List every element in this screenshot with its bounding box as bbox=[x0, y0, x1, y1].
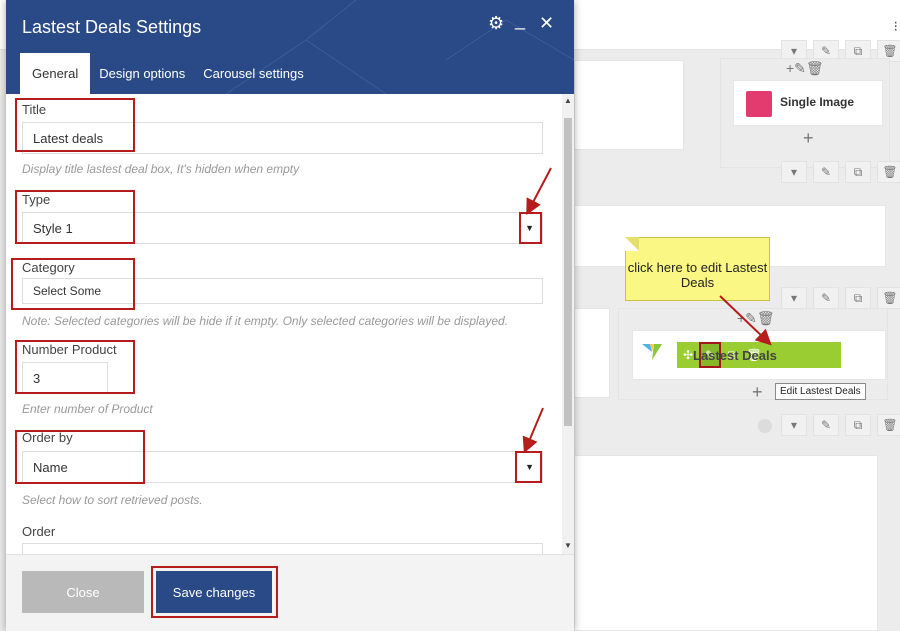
tab-general[interactable]: General bbox=[20, 53, 91, 94]
visual-composer-logo-icon bbox=[642, 344, 662, 360]
tab-carousel-settings[interactable]: Carousel settings bbox=[194, 53, 312, 94]
dialog-body: Title Latest deals Display title lastest… bbox=[6, 94, 562, 554]
settings-dialog: Lastest Deals Settings ⚙ _ ✕ General Des… bbox=[6, 0, 574, 631]
chevron-down-icon[interactable]: ▾ bbox=[781, 287, 807, 309]
trash-icon[interactable]: 🗑 bbox=[877, 161, 900, 183]
highlight-number-product bbox=[15, 340, 135, 394]
minimize-icon[interactable]: _ bbox=[515, 10, 525, 31]
single-image-element[interactable]: Single Image bbox=[733, 80, 883, 126]
scrollbar-thumb[interactable] bbox=[564, 118, 572, 426]
dialog-footer: Close Save changes bbox=[6, 554, 574, 631]
copy-icon[interactable]: ⧉ bbox=[845, 287, 871, 309]
dialog-tabs: General Design options Carousel settings bbox=[20, 53, 313, 94]
highlight-type-dropdown bbox=[519, 212, 542, 244]
highlight-save bbox=[151, 566, 278, 618]
single-image-label: Single Image bbox=[780, 95, 855, 109]
dialog-scrollbar[interactable]: ▲ ▼ bbox=[562, 94, 574, 554]
chevron-down-icon[interactable]: ▾ bbox=[781, 161, 807, 183]
highlight-order-by-dropdown bbox=[515, 451, 542, 483]
more-icon[interactable]: ⁝ bbox=[894, 18, 898, 35]
copy-icon[interactable]: ⧉ bbox=[845, 161, 871, 183]
category-help: Note: Selected categories will be hide i… bbox=[22, 314, 509, 328]
column-controls-icon[interactable]: +✎🗑 bbox=[737, 310, 775, 327]
highlight-type bbox=[15, 190, 135, 244]
lastest-deals-label: Lastest Deals bbox=[693, 347, 777, 363]
highlight-order-by bbox=[15, 430, 145, 484]
title-help: Display title lastest deal box, It's hid… bbox=[22, 162, 300, 176]
row-box-bottom bbox=[574, 455, 878, 631]
order-by-help: Select how to sort retrieved posts. bbox=[22, 493, 203, 507]
order-select[interactable] bbox=[22, 543, 543, 554]
close-button[interactable]: Close bbox=[22, 571, 144, 613]
pencil-icon[interactable]: ✎ bbox=[813, 414, 839, 436]
scroll-down-icon[interactable]: ▼ bbox=[564, 541, 572, 550]
order-label: Order bbox=[22, 524, 56, 539]
add-element-icon[interactable]: + bbox=[803, 128, 814, 149]
copy-icon[interactable]: ⧉ bbox=[845, 414, 871, 436]
row-toolbar-4: ▾ ✎ ⧉ 🗑 bbox=[781, 414, 900, 436]
pencil-icon[interactable]: ✎ bbox=[813, 161, 839, 183]
add-element-icon[interactable]: + bbox=[752, 382, 763, 403]
column-left bbox=[574, 308, 610, 398]
callout-text: click here to edit Lastest Deals bbox=[627, 260, 768, 290]
tab-design-options[interactable]: Design options bbox=[90, 53, 194, 94]
chevron-down-icon[interactable]: ▾ bbox=[781, 414, 807, 436]
image-icon bbox=[746, 91, 772, 117]
row-toolbar-2: ▾ ✎ ⧉ 🗑 bbox=[781, 161, 900, 183]
trash-icon[interactable]: 🗑 bbox=[877, 287, 900, 309]
dialog-header: Lastest Deals Settings ⚙ _ ✕ General Des… bbox=[6, 0, 574, 94]
highlight-title bbox=[15, 98, 135, 152]
fold-corner bbox=[625, 237, 639, 251]
circle-icon[interactable] bbox=[758, 419, 772, 433]
column-box bbox=[574, 60, 684, 150]
callout-note: click here to edit Lastest Deals bbox=[625, 237, 770, 301]
dialog-title: Lastest Deals Settings bbox=[22, 17, 202, 37]
highlight-category bbox=[11, 258, 135, 310]
lastest-deals-controls: ✣ Lastest Deals ✎ ⧉ 🗑 bbox=[677, 342, 841, 368]
close-icon[interactable]: ✕ bbox=[539, 13, 554, 34]
scroll-up-icon[interactable]: ▲ bbox=[564, 96, 572, 105]
trash-icon[interactable]: 🗑 bbox=[877, 414, 900, 436]
number-product-help: Enter number of Product bbox=[22, 402, 153, 416]
column-controls-icon[interactable]: +✎🗑 bbox=[786, 60, 824, 77]
gear-icon[interactable]: ⚙ bbox=[488, 13, 504, 34]
row-toolbar-3: ▾ ✎ ⧉ 🗑 bbox=[781, 287, 900, 309]
pencil-icon[interactable]: ✎ bbox=[813, 287, 839, 309]
edit-tooltip: Edit Lastest Deals bbox=[775, 383, 866, 400]
